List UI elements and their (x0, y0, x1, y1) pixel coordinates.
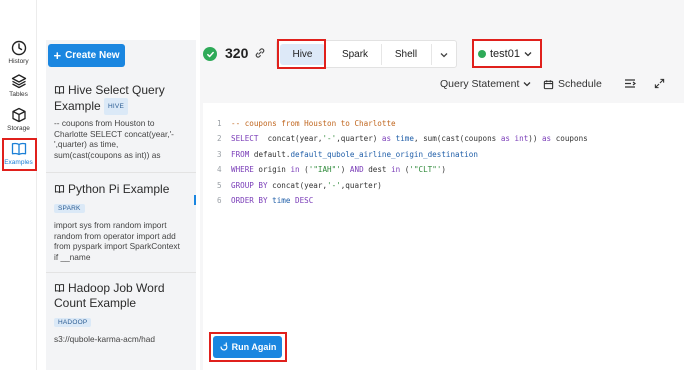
book-icon (54, 284, 65, 293)
layers-icon (11, 74, 26, 89)
example-card-hive[interactable]: Hive Select Query Example HIVE -- coupon… (54, 83, 194, 160)
expand-icon (654, 78, 665, 89)
example-title: Python Pi Example (68, 182, 170, 196)
plus-icon: + (53, 47, 62, 63)
command-id: 320 (225, 45, 249, 61)
cluster-status-dot (478, 49, 486, 58)
schedule-button[interactable]: Schedule (543, 78, 602, 90)
code-line: 3 FROM default.default_qubole_airline_ori… (217, 149, 478, 159)
format-button[interactable] (624, 78, 636, 89)
tab-hive[interactable]: Hive (280, 44, 325, 65)
book-icon (11, 142, 26, 156)
example-badge: SPARK (54, 204, 85, 213)
example-title: Hadoop Job Word Count Example (54, 281, 165, 310)
example-badge: HADOOP (54, 318, 92, 327)
create-new-label: Create New (65, 50, 120, 61)
cluster-selector[interactable]: test01 (474, 40, 541, 67)
book-icon (54, 86, 65, 95)
left-nav-rail: History Tables Storage Examples (0, 0, 37, 370)
code-line: 5 GROUP BY concat(year,'-',quarter) (217, 180, 382, 190)
scroll-indicator[interactable] (194, 195, 196, 205)
example-description: -- coupons from Houston to Charlotte SEL… (54, 118, 174, 160)
success-check-icon (203, 47, 217, 61)
rail-item-label: History (8, 58, 29, 65)
chevron-down-icon (440, 52, 448, 57)
refresh-icon (220, 342, 228, 351)
rail-item-label: Tables (9, 91, 28, 98)
expand-button[interactable] (654, 78, 665, 89)
tab-shell[interactable]: Shell (383, 44, 429, 65)
chevron-down-icon (523, 82, 531, 87)
format-lines-icon (625, 79, 636, 88)
book-icon (54, 185, 65, 194)
cluster-name: test01 (490, 47, 520, 60)
code-line: 4 WHERE origin in ('"IAH"') AND dest in (… (217, 165, 446, 175)
calendar-icon (543, 79, 554, 89)
rail-item-examples[interactable]: Examples (2, 141, 35, 175)
code-line: 1 -- coupons from Houston to Charlotte (217, 119, 396, 128)
engine-tabs: Hive Spark Shell (276, 40, 457, 68)
example-badge: HIVE (104, 98, 129, 115)
example-card-hadoop[interactable]: Hadoop Job Word Count Example HADOOP s3:… (54, 281, 194, 346)
schedule-label: Schedule (558, 78, 602, 90)
rail-item-label: Storage (7, 125, 30, 132)
create-new-button[interactable]: + Create New (48, 44, 125, 67)
query-statement-label: Query Statement (440, 78, 520, 90)
link-icon[interactable] (254, 47, 266, 59)
rail-item-tables[interactable]: Tables (2, 73, 35, 107)
more-engines-dropdown[interactable] (433, 44, 455, 65)
clock-icon (11, 40, 26, 56)
rail-item-history[interactable]: History (2, 40, 35, 74)
example-description: s3://qubole-karma-acm/had (54, 334, 155, 344)
example-description: import sys from random import random fro… (54, 220, 180, 262)
run-again-button[interactable]: Run Again (213, 336, 282, 358)
rail-item-label: Examples (4, 159, 33, 166)
box-icon (11, 107, 26, 123)
run-again-label: Run Again (231, 342, 277, 352)
tab-spark[interactable]: Spark (332, 44, 378, 65)
query-code[interactable]: 1 -- coupons from Houston to Charlotte 2 SE… (217, 116, 588, 208)
query-statement-dropdown[interactable]: Query Statement (440, 78, 531, 90)
chevron-down-icon (524, 51, 532, 56)
rail-item-storage[interactable]: Storage (2, 107, 35, 141)
code-line: 2 SELECT concat(year,'-',quarter) as time… (217, 134, 588, 144)
code-line: 6 ORDER BY time DESC (217, 196, 314, 206)
example-card-python[interactable]: Python Pi Example SPARK import sys from … (54, 182, 194, 262)
